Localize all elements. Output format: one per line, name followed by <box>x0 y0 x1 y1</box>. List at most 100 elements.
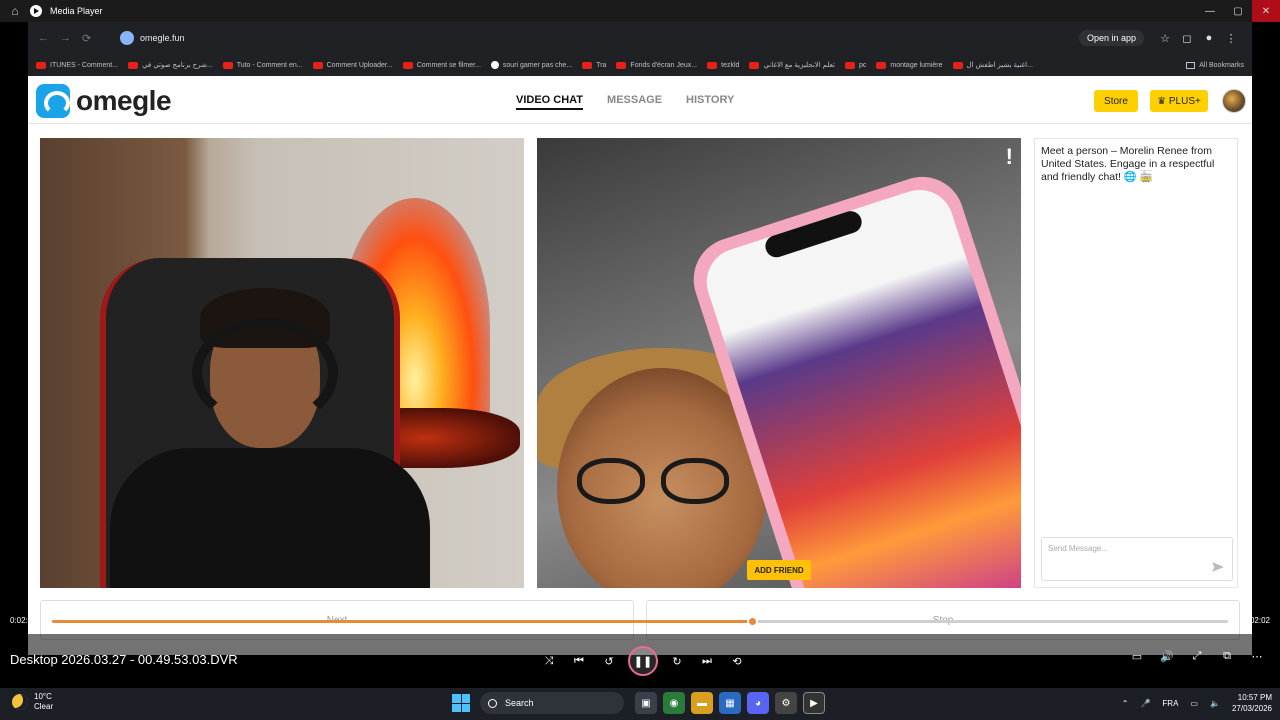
youtube-icon <box>36 61 46 69</box>
system-tray: ⌃ 🎤 FRA ▭ 🔈 10:57 PM 27/03/2026 <box>1110 692 1272 714</box>
temperature: 10°C <box>34 692 52 701</box>
plus-button[interactable]: ♛ PLUS+ <box>1150 90 1208 112</box>
bookmark-item[interactable]: Tuto - Comment en... <box>222 61 303 69</box>
weather-widget[interactable]: 10°C Clear <box>12 692 53 712</box>
bookmarks-bar: ITUNES - Comment... شرح برنامج صوتي في..… <box>28 54 1252 76</box>
steam-icon[interactable]: ⚙ <box>775 692 797 714</box>
reload-icon[interactable]: ⟳ <box>82 32 104 45</box>
local-video <box>40 138 524 588</box>
bookmark-item[interactable]: souri gamer pas che... <box>490 61 572 69</box>
omegle-logo[interactable]: omegle <box>36 84 172 118</box>
seek-thumb[interactable] <box>746 616 758 627</box>
address-bar[interactable]: omegle.fun <box>112 27 712 49</box>
seek-track[interactable] <box>52 616 1228 627</box>
close-button[interactable]: ✕ <box>1252 0 1280 22</box>
bookmark-item[interactable]: اغنية بشير اطفش ال... <box>952 61 1033 69</box>
forward-icon[interactable]: → <box>60 32 82 44</box>
volume-tray-icon[interactable]: 🔈 <box>1210 699 1220 708</box>
player-controls: Desktop 2026.03.27 - 00.49.53.03.DVR ⤨ ⏮… <box>0 634 1280 686</box>
google-icon <box>490 61 499 69</box>
all-bookmarks[interactable]: All Bookmarks <box>1186 61 1244 69</box>
glasses <box>577 458 737 508</box>
send-message-input[interactable]: Send Message... <box>1041 537 1233 581</box>
tab-message[interactable]: MESSAGE <box>607 94 662 110</box>
volume-icon[interactable]: 🔊 <box>1152 650 1182 663</box>
chevron-up-icon[interactable]: ⌃ <box>1122 699 1129 708</box>
subtitles-icon[interactable]: ▭ <box>1122 650 1152 663</box>
weather-condition: Clear <box>34 702 54 711</box>
file-name: Desktop 2026.03.27 - 00.49.53.03.DVR <box>10 652 238 667</box>
taskbar-apps: Search ▣ ◉ ▬ ▦ ◕ ⚙ ▶ <box>452 692 828 714</box>
bookmark-item[interactable]: pc <box>844 61 866 69</box>
task-view-icon[interactable]: ▣ <box>635 692 657 714</box>
store-icon[interactable]: ▦ <box>719 692 741 714</box>
youtube-icon <box>876 61 887 69</box>
video-frame[interactable]: ← → ⟳ omegle.fun Open in app ☆ ◻ ● ⋮ ITU… <box>28 22 1252 655</box>
youtube-icon <box>128 61 139 69</box>
previous-icon[interactable]: ⏮ <box>564 647 594 675</box>
bookmark-item[interactable]: tezkld <box>707 61 739 69</box>
bookmark-item[interactable]: Comment Uploader... <box>312 61 393 69</box>
bookmark-item[interactable]: Comment se filmer... <box>402 61 481 69</box>
discord-icon[interactable]: ◕ <box>747 692 769 714</box>
youtube-icon <box>312 61 323 69</box>
back-icon[interactable]: ← <box>38 32 60 44</box>
menu-icon[interactable]: ⋮ <box>1220 32 1242 45</box>
search-icon <box>488 698 497 708</box>
avatar[interactable] <box>1222 89 1246 113</box>
pause-button[interactable]: ❚❚ <box>628 646 658 676</box>
add-friend-button[interactable]: ADD FRIEND <box>747 560 811 580</box>
mini-player-icon[interactable]: ⧉ <box>1212 650 1242 663</box>
taskbar-search[interactable]: Search <box>480 692 624 714</box>
home-icon[interactable]: ⌂ <box>0 4 30 18</box>
youtube-icon <box>616 61 627 69</box>
bookmark-item[interactable]: ITUNES - Comment... <box>36 61 118 69</box>
open-in-app-button[interactable]: Open in app <box>1078 30 1144 46</box>
bookmark-star-icon[interactable]: ☆ <box>1154 32 1176 45</box>
microphone-icon[interactable]: 🎤 <box>1140 699 1150 708</box>
skip-back-icon[interactable]: ↺ <box>594 647 624 675</box>
folder-icon <box>1186 61 1196 69</box>
browser-toolbar: ← → ⟳ omegle.fun Open in app ☆ ◻ ● ⋮ <box>28 22 1252 54</box>
window-title: Media Player <box>50 6 103 16</box>
repeat-icon[interactable]: ⟲ <box>722 647 752 675</box>
bookmark-item[interactable]: Tra <box>582 61 606 69</box>
report-button[interactable]: ! <box>1006 144 1013 170</box>
tab-history[interactable]: HISTORY <box>686 94 734 110</box>
site-info-icon[interactable] <box>120 31 134 45</box>
shuffle-icon[interactable]: ⤨ <box>534 647 564 675</box>
maximize-button[interactable]: ▢ <box>1224 0 1252 22</box>
send-icon[interactable] <box>1212 562 1224 572</box>
store-button[interactable]: Store <box>1094 90 1138 112</box>
media-player-icon[interactable]: ▶ <box>803 692 825 714</box>
bookmark-item[interactable]: تعلم الانجليزية مع الاغاني <box>749 61 835 69</box>
media-player-app-icon <box>30 5 42 17</box>
fullscreen-icon[interactable]: ⤢ <box>1182 650 1212 663</box>
chrome-icon[interactable]: ◉ <box>663 692 685 714</box>
extension-icon[interactable]: ◻ <box>1176 32 1198 45</box>
bookmark-item[interactable]: شرح برنامج صوتي في... <box>128 61 213 69</box>
skip-forward-icon[interactable]: ↻ <box>662 647 692 675</box>
file-explorer-icon[interactable]: ▬ <box>691 692 713 714</box>
youtube-icon <box>707 61 718 69</box>
youtube-icon <box>844 61 855 69</box>
profile-icon[interactable]: ● <box>1198 32 1220 44</box>
moon-icon <box>12 694 28 710</box>
next-icon[interactable]: ⏭ <box>692 647 722 675</box>
more-icon[interactable]: ⋯ <box>1242 650 1272 663</box>
youtube-icon <box>749 61 760 69</box>
tab-video-chat[interactable]: VIDEO CHAT <box>516 94 584 110</box>
minimize-button[interactable]: — <box>1196 0 1224 22</box>
taskbar: 10°C Clear Search ▣ ◉ ▬ ▦ ◕ ⚙ ▶ ⌃ 🎤 FRA … <box>0 688 1280 720</box>
time-remaining: 0:02:02 <box>1243 616 1270 625</box>
bookmark-item[interactable]: Fonds d'écran Jeux... <box>616 61 697 69</box>
omegle-nav: VIDEO CHAT MESSAGE HISTORY <box>516 94 758 110</box>
bookmark-item[interactable]: montage lumière <box>876 61 943 69</box>
network-icon[interactable]: ▭ <box>1190 699 1198 708</box>
start-icon[interactable] <box>452 694 470 712</box>
clock-date: 27/03/2026 <box>1231 704 1272 713</box>
seek-bar[interactable]: 0:02:58 0:02:02 <box>0 608 1280 634</box>
language-indicator[interactable]: FRA <box>1162 699 1178 708</box>
clock[interactable]: 10:57 PM 27/03/2026 <box>1232 692 1272 714</box>
youtube-icon <box>582 61 593 69</box>
